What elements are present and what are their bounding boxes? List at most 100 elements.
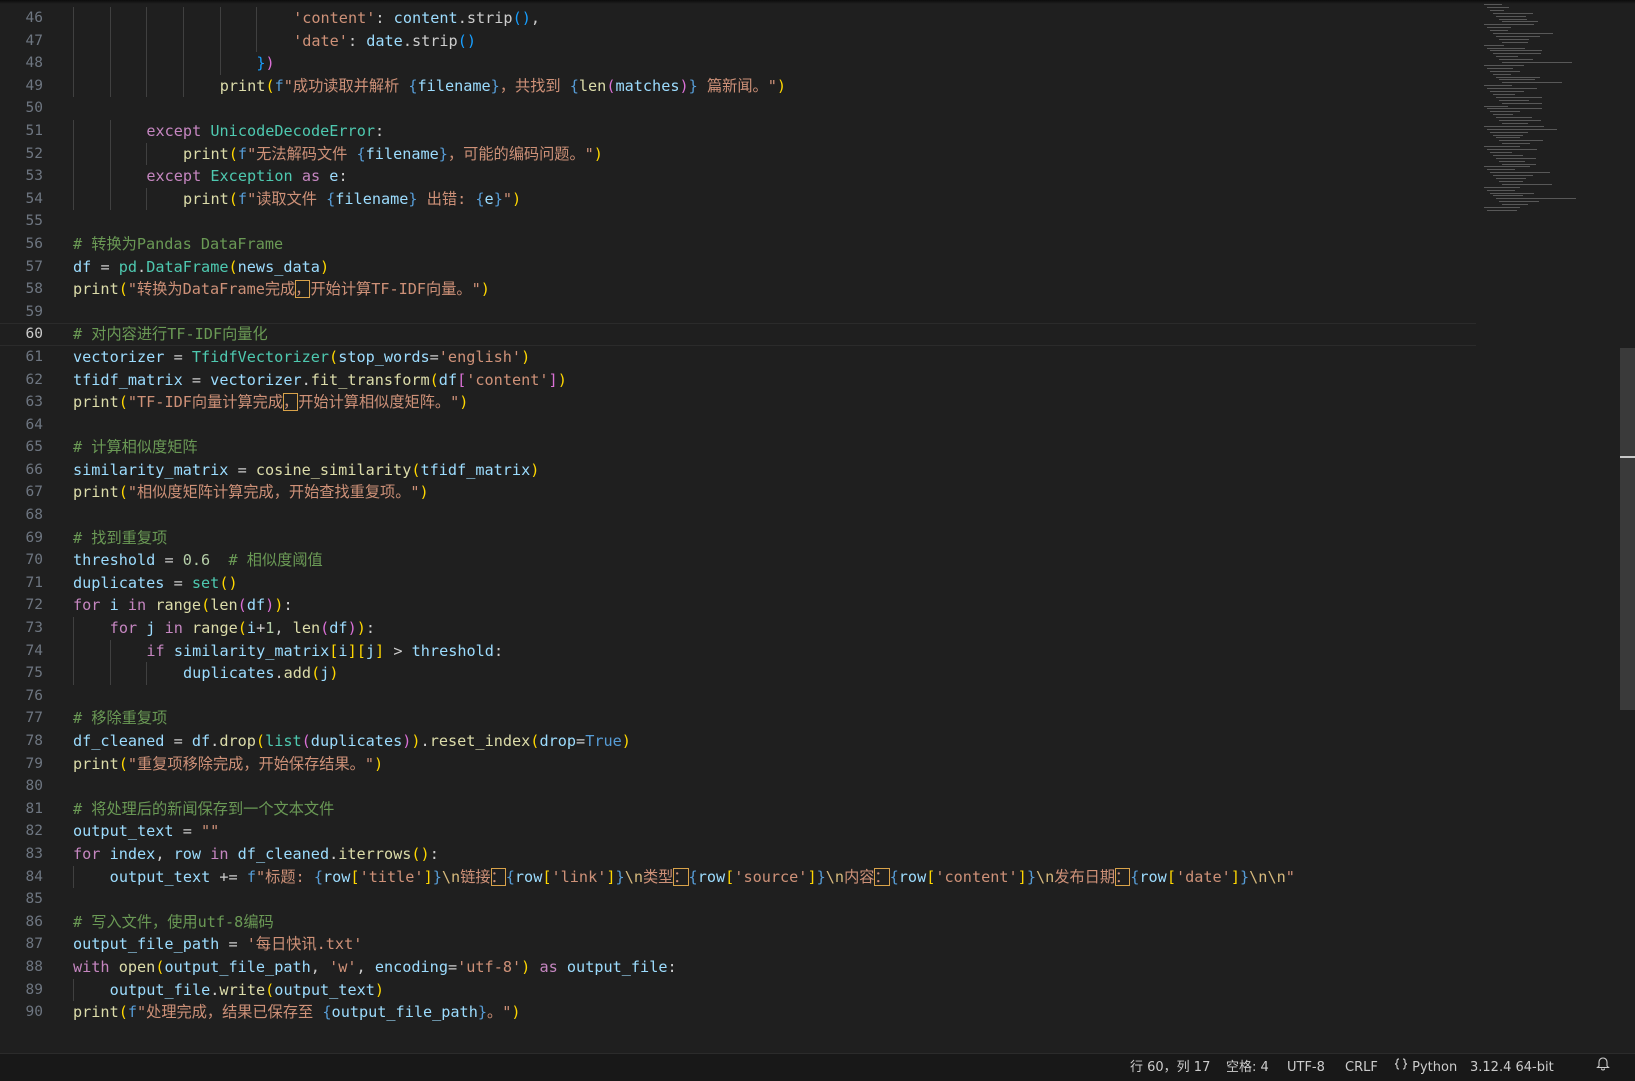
code-text[interactable]: threshold = 0.6 # 相似度阈值 bbox=[73, 549, 323, 572]
code-line[interactable]: 66 similarity_matrix = cosine_similarity(… bbox=[0, 459, 1476, 482]
code-line[interactable]: 88 with open(output_file_path, 'w', encod… bbox=[0, 956, 1476, 979]
file-encoding[interactable]: UTF-8 bbox=[1287, 1054, 1325, 1081]
code-line[interactable]: 72 for i in range(len(df)): bbox=[0, 594, 1476, 617]
code-line[interactable]: 81 # 将处理后的新闻保存到一个文本文件 bbox=[0, 798, 1476, 821]
code-text[interactable]: 'date': date.strip() bbox=[293, 30, 476, 53]
code-text[interactable]: print("重复项移除完成，开始保存结果。") bbox=[73, 753, 383, 776]
minimap[interactable] bbox=[1476, 0, 1621, 230]
code-text[interactable]: output_file_path = '每日快讯.txt' bbox=[73, 933, 362, 956]
line-number[interactable]: 75 bbox=[0, 662, 43, 685]
code-text[interactable]: # 对内容进行TF-IDF向量化 bbox=[73, 323, 268, 346]
code-line[interactable]: 68 bbox=[0, 504, 1476, 527]
line-number[interactable]: 89 bbox=[0, 979, 43, 1002]
line-number[interactable]: 80 bbox=[0, 775, 43, 798]
line-number[interactable]: 51 bbox=[0, 120, 43, 143]
line-number[interactable]: 88 bbox=[0, 956, 43, 979]
code-line[interactable]: 50 bbox=[0, 97, 1476, 120]
python-interpreter[interactable]: 3.12.4 64-bit bbox=[1470, 1054, 1554, 1081]
code-text[interactable]: # 移除重复项 bbox=[73, 707, 167, 730]
code-text[interactable]: vectorizer = TfidfVectorizer(stop_words=… bbox=[73, 346, 530, 369]
line-ending[interactable]: CRLF bbox=[1345, 1054, 1378, 1081]
code-text[interactable]: 'content': content.strip(), bbox=[293, 7, 540, 30]
line-number[interactable]: 84 bbox=[0, 866, 43, 889]
code-line[interactable]: 48}) bbox=[0, 52, 1476, 75]
line-number[interactable]: 46 bbox=[0, 7, 43, 30]
code-text[interactable]: df = pd.DataFrame(news_data) bbox=[73, 256, 329, 279]
code-text[interactable]: for i in range(len(df)): bbox=[73, 594, 293, 617]
line-number[interactable]: 50 bbox=[0, 97, 43, 120]
line-number[interactable]: 85 bbox=[0, 888, 43, 911]
code-line[interactable]: 47 'date': date.strip() bbox=[0, 29, 1476, 53]
code-line[interactable]: 67 print("相似度矩阵计算完成，开始查找重复项。") bbox=[0, 481, 1476, 504]
line-number[interactable]: 64 bbox=[0, 414, 43, 437]
notifications-bell[interactable] bbox=[1596, 1054, 1610, 1081]
code-line[interactable]: 75 duplicates.add(j) bbox=[0, 662, 1476, 685]
code-text[interactable]: output_file.write(output_text) bbox=[110, 979, 384, 1002]
code-text[interactable]: }) bbox=[256, 52, 274, 75]
code-line[interactable]: 90 print(f"处理完成，结果已保存至 {output_file_path}… bbox=[0, 1001, 1476, 1024]
code-line[interactable]: 64 bbox=[0, 414, 1476, 437]
line-number[interactable]: 69 bbox=[0, 527, 43, 550]
code-line[interactable]: 83 for index, row in df_cleaned.iterrows(… bbox=[0, 843, 1476, 866]
code-line[interactable]: 53 except Exception as e: bbox=[0, 165, 1476, 188]
code-text[interactable]: except UnicodeDecodeError: bbox=[146, 120, 384, 143]
code-text[interactable]: print(f"读取文件 {filename} 出错: {e}") bbox=[183, 188, 521, 211]
cursor-position[interactable]: 行 60，列 17 bbox=[1130, 1054, 1210, 1081]
code-line[interactable]: 77 # 移除重复项 bbox=[0, 707, 1476, 730]
line-number[interactable]: 55 bbox=[0, 210, 43, 233]
code-line[interactable]: 80 bbox=[0, 775, 1476, 798]
code-line[interactable]: 59 bbox=[0, 301, 1476, 324]
code-line[interactable]: 89 output_file.write(output_text) bbox=[0, 978, 1476, 1002]
code-text[interactable]: with open(output_file_path, 'w', encodin… bbox=[73, 956, 677, 979]
line-number[interactable]: 77 bbox=[0, 707, 43, 730]
code-line[interactable]: 55 bbox=[0, 210, 1476, 233]
code-text[interactable]: # 转换为Pandas DataFrame bbox=[73, 233, 283, 256]
line-number[interactable]: 73 bbox=[0, 617, 43, 640]
code-text[interactable]: # 写入文件，使用utf-8编码 bbox=[73, 911, 274, 934]
line-number[interactable]: 86 bbox=[0, 911, 43, 934]
code-line[interactable]: 49 print(f"成功读取并解析 {filename}，共找到 {len(ma… bbox=[0, 74, 1476, 98]
line-number[interactable]: 65 bbox=[0, 436, 43, 459]
code-text[interactable]: print("相似度矩阵计算完成，开始查找重复项。") bbox=[73, 481, 429, 504]
code-line[interactable]: 86 # 写入文件，使用utf-8编码 bbox=[0, 911, 1476, 934]
code-text[interactable]: df_cleaned = df.drop(list(duplicates)).r… bbox=[73, 730, 631, 753]
line-number[interactable]: 53 bbox=[0, 165, 43, 188]
line-number[interactable]: 78 bbox=[0, 730, 43, 753]
code-line[interactable]: 84 output_text += f"标题: {row['title']}\n链… bbox=[0, 865, 1476, 889]
indentation-spaces[interactable]: 空格: 4 bbox=[1226, 1054, 1269, 1081]
code-line[interactable]: 79 print("重复项移除完成，开始保存结果。") bbox=[0, 753, 1476, 776]
code-line[interactable]: 54 print(f"读取文件 {filename} 出错: {e}") bbox=[0, 187, 1476, 211]
code-line[interactable]: 87 output_file_path = '每日快讯.txt' bbox=[0, 933, 1476, 956]
code-line[interactable]: 57 df = pd.DataFrame(news_data) bbox=[0, 256, 1476, 279]
code-text[interactable]: duplicates = set() bbox=[73, 572, 238, 595]
line-number[interactable]: 48 bbox=[0, 52, 43, 75]
line-number[interactable]: 49 bbox=[0, 75, 43, 98]
code-text[interactable]: # 计算相似度矩阵 bbox=[73, 436, 198, 459]
line-number[interactable]: 58 bbox=[0, 278, 43, 301]
line-number[interactable]: 70 bbox=[0, 549, 43, 572]
line-number[interactable]: 68 bbox=[0, 504, 43, 527]
line-number[interactable]: 72 bbox=[0, 594, 43, 617]
code-line[interactable]: 65 # 计算相似度矩阵 bbox=[0, 436, 1476, 459]
code-line[interactable]: 46 'content': content.strip(), bbox=[0, 7, 1476, 30]
line-number[interactable]: 56 bbox=[0, 233, 43, 256]
code-text[interactable]: # 将处理后的新闻保存到一个文本文件 bbox=[73, 798, 334, 821]
code-line[interactable]: 85 bbox=[0, 888, 1476, 911]
line-number[interactable]: 82 bbox=[0, 820, 43, 843]
code-line[interactable]: 60 # 对内容进行TF-IDF向量化 bbox=[0, 323, 1476, 346]
code-text[interactable]: duplicates.add(j) bbox=[183, 662, 339, 685]
code-line[interactable]: 70 threshold = 0.6 # 相似度阈值 bbox=[0, 549, 1476, 572]
code-area[interactable]: 46 'content': content.strip(), 47'date': d… bbox=[0, 7, 1476, 1047]
code-text[interactable]: tfidf_matrix = vectorizer.fit_transform(… bbox=[73, 369, 567, 392]
code-line[interactable]: 78 df_cleaned = df.drop(list(duplicates))… bbox=[0, 730, 1476, 753]
code-line[interactable]: 58 print("转换为DataFrame完成，开始计算TF-IDF向量。") bbox=[0, 278, 1476, 301]
code-text[interactable]: output_text = "" bbox=[73, 820, 219, 843]
line-number[interactable]: 62 bbox=[0, 369, 43, 392]
language-mode[interactable]: Python bbox=[1394, 1054, 1457, 1081]
line-number[interactable]: 83 bbox=[0, 843, 43, 866]
line-number[interactable]: 63 bbox=[0, 391, 43, 414]
code-line[interactable]: 61 vectorizer = TfidfVectorizer(stop_word… bbox=[0, 346, 1476, 369]
code-text[interactable]: except Exception as e: bbox=[146, 165, 347, 188]
code-line[interactable]: 62 tfidf_matrix = vectorizer.fit_transfor… bbox=[0, 369, 1476, 392]
code-line[interactable]: 71 duplicates = set() bbox=[0, 572, 1476, 595]
